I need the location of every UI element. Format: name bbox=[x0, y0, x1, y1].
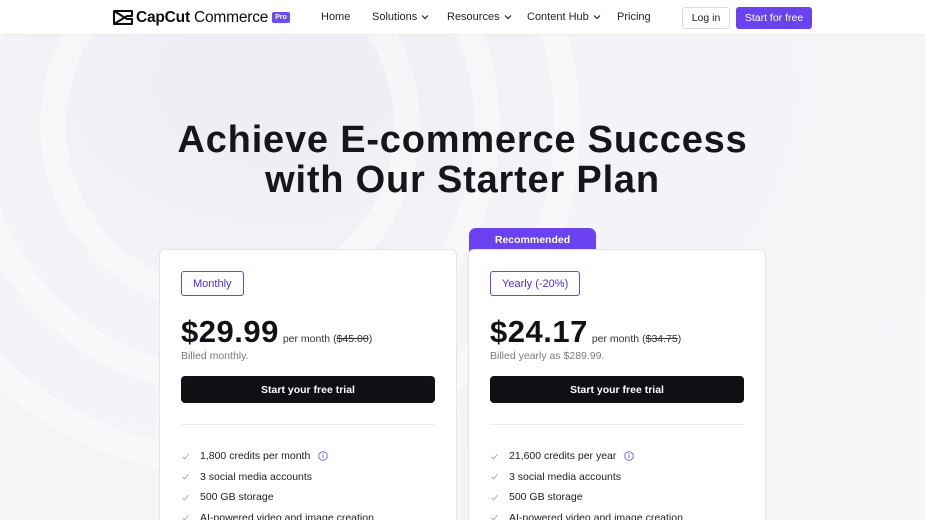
feature-text: 1,800 credits per month bbox=[200, 450, 311, 463]
feature-item: 21,600 credits per year bbox=[490, 446, 683, 467]
feature-text: 21,600 credits per year bbox=[509, 450, 617, 463]
card-divider bbox=[490, 424, 744, 425]
feature-text: AI-powered video and image creation bbox=[509, 511, 683, 520]
plan-period-tag[interactable]: Monthly bbox=[181, 271, 244, 296]
nav-resources-label: Resources bbox=[447, 11, 500, 23]
capcut-logo-icon bbox=[113, 10, 133, 25]
start-free-trial-button[interactable]: Start your free trial bbox=[490, 376, 744, 403]
chevron-down-icon bbox=[593, 15, 601, 20]
chevron-down-icon bbox=[504, 15, 512, 20]
feature-item: AI-powered video and image creation bbox=[490, 508, 683, 520]
start-free-trial-button[interactable]: Start your free trial bbox=[181, 376, 435, 403]
check-icon bbox=[491, 494, 498, 501]
plan-price: $24.17 bbox=[490, 314, 588, 349]
logo-wordmark: CapCut Commerce bbox=[136, 8, 269, 26]
capcut-commerce-logo[interactable]: CapCut Commerce Pro bbox=[113, 9, 290, 26]
nav-solutions[interactable]: Solutions bbox=[372, 11, 429, 23]
hero-background bbox=[0, 35, 925, 520]
check-icon bbox=[491, 474, 498, 480]
feature-item: AI-powered video and image creation bbox=[181, 508, 374, 520]
plan-price-row: $29.99 per month ($45.00) bbox=[181, 314, 372, 350]
info-icon[interactable] bbox=[318, 451, 329, 462]
nav-pricing-label: Pricing bbox=[617, 11, 651, 23]
card-divider bbox=[181, 424, 435, 425]
check-icon bbox=[182, 515, 189, 520]
top-navigation: CapCut Commerce Pro Home Solutions Resou… bbox=[0, 0, 925, 35]
page-title-line-2: with Our Starter Plan bbox=[265, 159, 660, 201]
feature-text: 3 social media accounts bbox=[200, 470, 313, 483]
plan-features-list: 1,800 credits per month 3 social media a… bbox=[181, 446, 374, 520]
plan-price: $29.99 bbox=[181, 314, 279, 349]
plan-price-unit: per month bbox=[282, 333, 331, 345]
plan-price-unit: per month bbox=[591, 333, 640, 345]
feature-item: 3 social media accounts bbox=[181, 467, 374, 488]
plan-period-tag[interactable]: Yearly (-20%) bbox=[490, 271, 581, 296]
nav-solutions-label: Solutions bbox=[372, 11, 418, 23]
plan-original-price: ($45.00) bbox=[333, 333, 373, 345]
start-for-free-button[interactable]: Start for free bbox=[736, 7, 812, 29]
check-icon bbox=[182, 453, 189, 460]
feature-text: 3 social media accounts bbox=[509, 470, 622, 483]
feature-text: AI-powered video and image creation bbox=[200, 511, 374, 520]
feature-item: 500 GB storage bbox=[490, 487, 683, 508]
feature-item: 3 social media accounts bbox=[490, 467, 683, 488]
plan-price-row: $24.17 per month ($34.75) bbox=[490, 314, 681, 350]
plan-billing-note: Billed monthly. bbox=[181, 350, 249, 362]
login-button[interactable]: Log in bbox=[682, 7, 730, 29]
check-icon bbox=[491, 515, 498, 520]
nav-pricing[interactable]: Pricing bbox=[617, 11, 651, 23]
check-icon bbox=[182, 494, 189, 501]
nav-content-hub[interactable]: Content Hub bbox=[527, 11, 601, 23]
check-icon bbox=[182, 474, 189, 480]
yearly-plan-card: Yearly (-20%) $24.17 per month ($34.75) … bbox=[468, 249, 766, 520]
plan-billing-note: Billed yearly as $289.99. bbox=[490, 350, 605, 362]
page-title: Achieve E-commerce Success with Our Star… bbox=[0, 120, 925, 200]
plan-features-list: 21,600 credits per year 3 social media a… bbox=[490, 446, 683, 520]
nav-resources[interactable]: Resources bbox=[447, 11, 512, 23]
nav-content-hub-label: Content Hub bbox=[527, 11, 589, 23]
monthly-plan-card: Monthly $29.99 per month ($45.00) Billed… bbox=[159, 249, 457, 520]
feature-item: 500 GB storage bbox=[181, 487, 374, 508]
chevron-down-icon bbox=[421, 15, 429, 20]
check-icon bbox=[491, 453, 498, 460]
feature-item: 1,800 credits per month bbox=[181, 446, 374, 467]
nav-home-label: Home bbox=[321, 11, 351, 23]
info-icon[interactable] bbox=[624, 451, 635, 462]
nav-home[interactable]: Home bbox=[321, 11, 350, 23]
page-title-line-1: Achieve E-commerce Success bbox=[177, 119, 748, 161]
plan-original-price: ($34.75) bbox=[642, 333, 682, 345]
pro-badge: Pro bbox=[272, 12, 290, 23]
feature-text: 500 GB storage bbox=[509, 491, 583, 504]
feature-text: 500 GB storage bbox=[200, 491, 274, 504]
